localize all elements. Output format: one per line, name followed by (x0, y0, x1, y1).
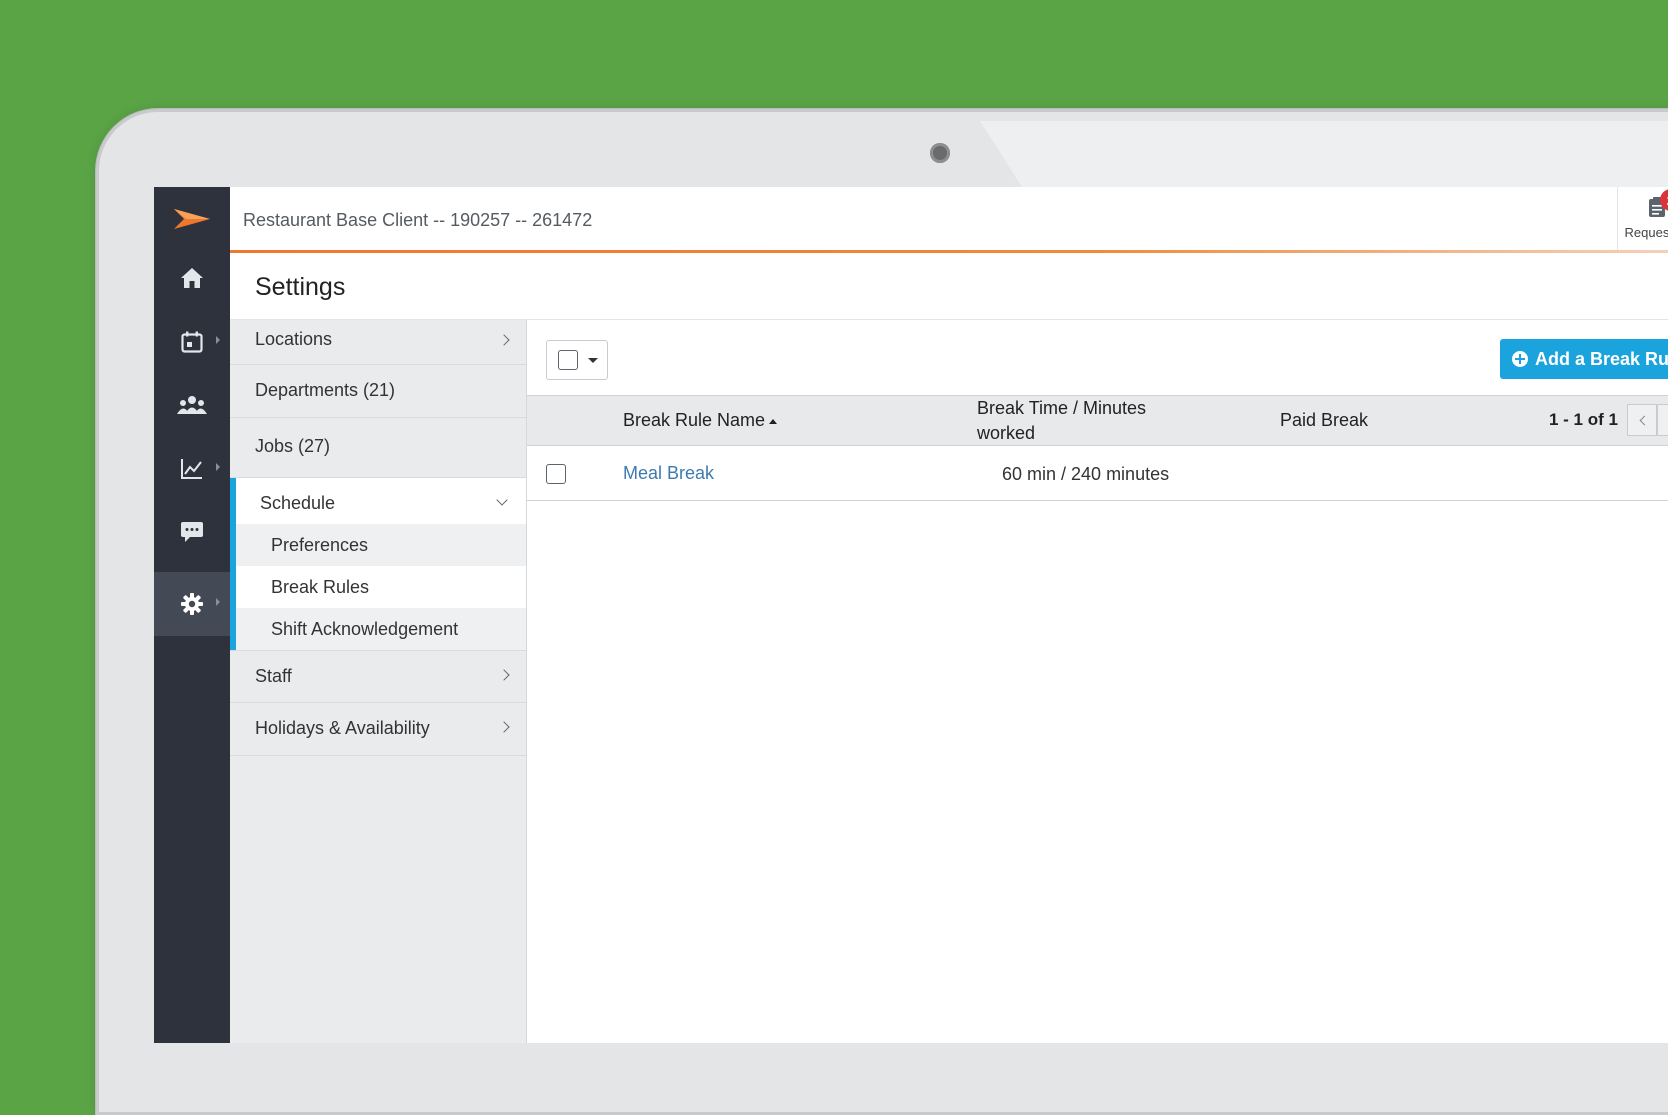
add-break-rule-button[interactable]: Add a Break Rul (1500, 339, 1668, 379)
table-row: Meal Break 60 min / 240 minutes (527, 446, 1668, 501)
break-time-value: 60 min / 240 minutes (1002, 464, 1170, 484)
rail-settings[interactable] (154, 572, 230, 636)
logo-arrow-icon (174, 209, 210, 229)
people-icon (177, 396, 207, 414)
nav-item-staff[interactable]: Staff (230, 650, 526, 703)
chart-icon (181, 459, 202, 479)
chevron-right-icon (498, 721, 510, 733)
chevron-right-icon (216, 463, 220, 471)
chevron-down-icon (496, 494, 508, 506)
settings-nav: Locations Departments (21) Jobs (27) Sch… (230, 320, 527, 1043)
gear-icon (181, 593, 203, 615)
chevron-right-icon (1664, 415, 1668, 426)
nav-item-holidays[interactable]: Holidays & Availability (230, 703, 526, 756)
home-icon (181, 268, 203, 288)
column-header-name[interactable]: Break Rule Name (623, 410, 778, 431)
requests-label: Requests (1624, 225, 1668, 240)
rail-staff[interactable] (154, 373, 230, 437)
rail-home[interactable] (154, 246, 230, 310)
nav-item-label: Locations (255, 329, 333, 349)
add-break-rule-label: Add a Break Rul (1535, 349, 1668, 369)
prev-page-button[interactable] (1627, 404, 1657, 436)
nav-item-jobs[interactable]: Jobs (27) (230, 418, 526, 478)
calendar-icon (181, 331, 203, 353)
logo[interactable] (154, 187, 230, 251)
header-accent-line (230, 250, 1668, 253)
nav-item-schedule[interactable]: Schedule (236, 478, 526, 524)
nav-item-label: Jobs (27) (255, 436, 331, 456)
nav-subitem-label: Shift Acknowledgement (271, 619, 459, 639)
chevron-right-icon (216, 336, 220, 344)
requests-button[interactable]: 26 Requests (1618, 187, 1668, 251)
caret-down-icon (588, 358, 598, 363)
laptop-camera (930, 143, 950, 163)
break-rules-panel: Add a Break Rul Break Rule Name Break Ti… (527, 320, 1668, 1043)
requests-label-wrap: Requests (1618, 225, 1668, 240)
bulk-select-dropdown[interactable] (546, 340, 608, 380)
nav-item-label: Staff (255, 666, 292, 686)
rail-schedule[interactable] (154, 310, 230, 374)
nav-subitem-label: Break Rules (271, 577, 370, 597)
sort-ascending-icon (769, 418, 778, 424)
app-screen: Restaurant Base Client -- 190257 -- 2614… (154, 187, 1668, 1043)
select-all-checkbox[interactable] (558, 350, 578, 370)
nav-item-departments[interactable]: Departments (21) (230, 365, 526, 418)
laptop-glare (980, 121, 1668, 187)
pagination-label: 1 - 1 of 1 (1549, 410, 1618, 429)
nav-subitem-shift-acknowledgement[interactable]: Shift Acknowledgement (236, 608, 526, 650)
table-header: Break Rule Name Break Time / Minutes wor… (527, 395, 1668, 446)
row-checkbox[interactable] (546, 464, 566, 484)
chevron-right-icon (498, 334, 510, 346)
client-title: Restaurant Base Client -- 190257 -- 2614… (243, 210, 593, 230)
rail-reports[interactable] (154, 437, 230, 501)
chat-icon (181, 522, 203, 542)
nav-subitem-label: Preferences (271, 535, 369, 555)
nav-item-label: Holidays & Availability (255, 718, 430, 738)
top-header: Restaurant Base Client -- 190257 -- 2614… (230, 187, 1668, 251)
chevron-right-icon (498, 669, 510, 681)
main-nav-rail (154, 187, 230, 1043)
chevron-left-icon (1639, 415, 1650, 426)
break-rule-link[interactable]: Meal Break (623, 463, 714, 484)
plus-circle-icon (1512, 351, 1528, 367)
nav-subitem-break-rules[interactable]: Break Rules (236, 566, 526, 608)
nav-item-locations[interactable]: Locations (230, 320, 526, 365)
nav-group-schedule: Schedule Preferences Break Rules Shift A… (230, 478, 526, 650)
next-page-button[interactable] (1657, 404, 1668, 436)
column-header-break-time-line2: worked (977, 423, 1036, 443)
nav-item-label: Departments (21) (255, 380, 396, 400)
chevron-right-icon (216, 598, 220, 606)
column-header-break-time: Break Time / Minutes (977, 398, 1147, 418)
column-header-label: Break Rule Name (623, 410, 766, 430)
nav-item-label: Schedule (260, 493, 336, 513)
column-header-paid-break: Paid Break (1280, 410, 1369, 430)
page-title: Settings (255, 273, 346, 301)
nav-subitem-preferences[interactable]: Preferences (236, 524, 526, 566)
rail-messages[interactable] (154, 500, 230, 564)
